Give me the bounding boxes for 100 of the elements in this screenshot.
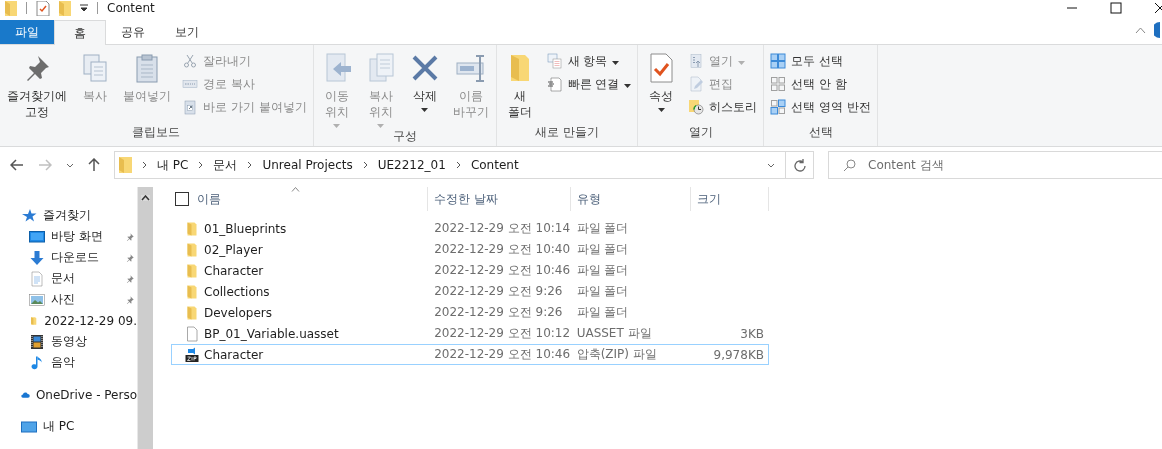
zip-file-icon	[184, 346, 200, 363]
file-row[interactable]: 02_Player 2022-12-29 오전 10:40 파일 폴더	[171, 239, 769, 260]
breadcrumb[interactable]: 내 PC	[157, 156, 189, 174]
breadcrumb[interactable]: 문서	[213, 156, 238, 174]
chevron-icon	[247, 161, 253, 169]
caret-icon	[657, 108, 665, 112]
nav-item[interactable]: 사진	[0, 289, 137, 310]
group-label: 새로 만들기	[534, 124, 600, 141]
group-label: 열기	[687, 124, 714, 141]
caret-icon	[612, 60, 620, 65]
dropdown-icon[interactable]	[767, 162, 775, 168]
open-icon	[688, 53, 705, 69]
ribbon-button[interactable]: 새 폴더	[498, 48, 541, 124]
chevron-icon	[455, 161, 461, 169]
recent-locations-icon[interactable]	[66, 162, 74, 168]
search-icon	[843, 158, 856, 172]
scissors-icon	[182, 53, 198, 69]
properties-icon[interactable]	[36, 0, 50, 16]
scrollbar[interactable]	[137, 187, 153, 449]
ribbon-tab[interactable]: 홈	[54, 20, 106, 45]
address-bar[interactable]: 내 PC 문서 Unreal Projects UE2212_01 Content	[114, 151, 786, 179]
invert-selection-icon	[770, 99, 787, 115]
up-icon[interactable]	[88, 158, 100, 172]
caret-icon	[738, 60, 746, 65]
ribbon-button[interactable]: 히스토리	[684, 96, 762, 118]
select-all-icon	[770, 53, 787, 69]
download-icon	[29, 249, 45, 266]
ribbon-button[interactable]: 속성	[640, 48, 683, 124]
ribbon-button[interactable]: 빠른 연결	[542, 73, 636, 95]
nav-item[interactable]: 즐겨찾기	[0, 205, 137, 226]
customize-menu-icon[interactable]	[80, 4, 88, 12]
chevron-icon	[362, 161, 368, 169]
file-row[interactable]: BP_01_Variable.uasset 2022-12-29 오전 10:12 UASSET 파일 3KB	[171, 323, 769, 344]
nav-item[interactable]: 바탕 화면	[0, 226, 137, 247]
refresh-button[interactable]	[786, 151, 814, 179]
file-type: UASSET 파일	[576, 326, 652, 340]
ribbon-button[interactable]: 새 항목	[542, 50, 636, 72]
ribbon-button[interactable]: 선택 안 함	[766, 73, 876, 95]
monitor-icon	[21, 418, 37, 435]
file-row[interactable]: 01_Blueprints 2022-12-29 오전 10:14 파일 폴더	[171, 218, 769, 239]
column-header[interactable]: 크기	[697, 190, 721, 208]
new-item-icon	[546, 53, 563, 69]
nav-item[interactable]: 음악	[0, 352, 137, 373]
file-type: 파일 폴더	[576, 242, 629, 256]
window-title: Content	[107, 1, 155, 15]
shortcut-icon	[182, 99, 198, 115]
file-row[interactable]: Character 2022-12-29 오전 10:46 파일 폴더	[171, 260, 769, 281]
column-header[interactable]: 유형	[577, 190, 601, 208]
modified-date: 2022-12-29 오전 10:46	[434, 263, 571, 277]
nav-item[interactable]: OneDrive - Perso	[0, 384, 137, 405]
column-header[interactable]: 이름	[197, 190, 221, 208]
sort-ascending-icon	[291, 187, 300, 192]
file-name: Character	[204, 347, 264, 362]
maximize-icon[interactable]	[1110, 2, 1122, 14]
ribbon-button[interactable]: 모두 선택	[766, 50, 876, 72]
column-header[interactable]: 수정한 날짜	[434, 190, 498, 208]
select-none-icon	[770, 76, 787, 92]
breadcrumb[interactable]: UE2212_01	[377, 158, 446, 172]
caret-icon	[377, 124, 385, 128]
search-box[interactable]: Content 검색	[828, 151, 1162, 179]
back-icon[interactable]	[10, 159, 24, 171]
edit-icon	[688, 76, 705, 92]
file-row[interactable]: Developers 2022-12-29 오전 9:26 파일 폴더	[171, 302, 769, 323]
select-all-checkbox[interactable]	[175, 192, 189, 206]
caret-icon	[421, 108, 429, 112]
file-type: 파일 폴더	[576, 284, 629, 298]
search-field[interactable]: Content 검색	[866, 157, 1162, 173]
folder-icon	[119, 157, 132, 173]
nav-item[interactable]: 다운로드	[0, 247, 137, 268]
nav-item[interactable]: 내 PC	[0, 416, 137, 437]
ribbon-button[interactable]: 삭제	[403, 48, 446, 128]
breadcrumb[interactable]: Unreal Projects	[262, 158, 353, 172]
film-icon	[29, 333, 45, 350]
quick-link-icon	[546, 76, 563, 92]
scroll-up-icon[interactable]	[141, 195, 150, 201]
collapse-ribbon-icon[interactable]	[1135, 26, 1146, 34]
file-row[interactable]: Character 2022-12-29 오전 10:46 압축(ZIP) 파일 9,978KB	[171, 344, 769, 365]
rename-icon	[454, 52, 487, 84]
picture-icon	[29, 291, 45, 308]
modified-date: 2022-12-29 오전 9:26	[434, 284, 563, 298]
file-size: 3KB	[740, 326, 764, 341]
modified-date: 2022-12-29 오전 10:46	[434, 347, 571, 361]
nav-item[interactable]: 2022-12-29 09.	[0, 310, 137, 331]
file-name: 02_Player	[204, 242, 263, 257]
modified-date: 2022-12-29 오전 9:26	[434, 305, 563, 319]
nav-item[interactable]: 문서	[0, 268, 137, 289]
ribbon-button[interactable]: 선택 영역 반전	[766, 96, 876, 118]
breadcrumb[interactable]: Content	[470, 158, 519, 172]
ribbon-button[interactable]: 즐겨찾기에 고정	[2, 48, 72, 124]
file-name: Developers	[204, 305, 272, 320]
document-icon	[29, 270, 45, 287]
ribbon-tab[interactable]: 보기	[160, 20, 214, 44]
ribbon-tab[interactable]: 파일	[0, 20, 54, 44]
file-name: Collections	[204, 284, 270, 299]
ribbon-tab[interactable]: 공유	[106, 20, 160, 44]
desktop-icon	[29, 228, 45, 245]
file-type: 파일 폴더	[576, 221, 629, 235]
file-name: 01_Blueprints	[204, 221, 287, 236]
nav-item[interactable]: 동영상	[0, 331, 137, 352]
file-row[interactable]: Collections 2022-12-29 오전 9:26 파일 폴더	[171, 281, 769, 302]
